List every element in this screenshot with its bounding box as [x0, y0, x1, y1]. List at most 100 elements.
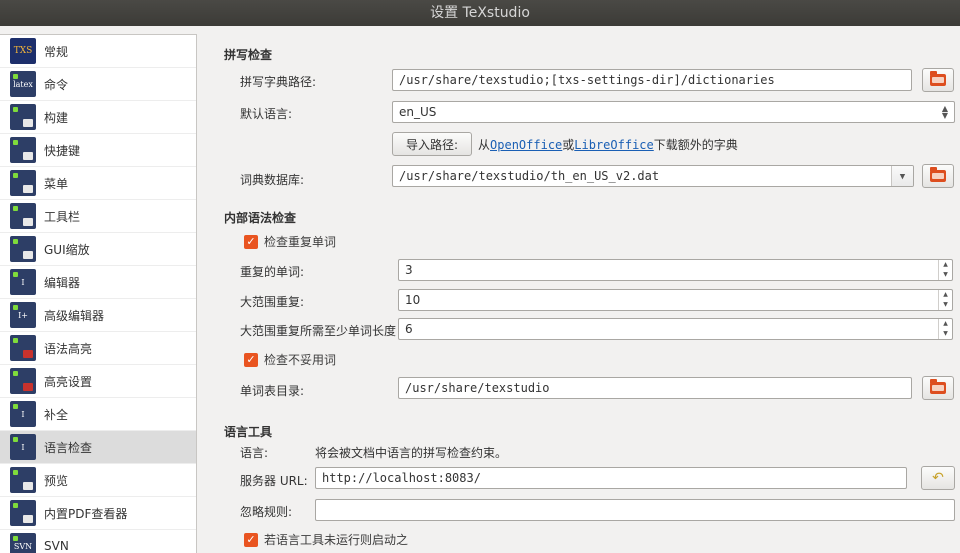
wordlist-dir-browse-button[interactable]	[922, 376, 954, 400]
sidebar-item-advanced-editor[interactable]: I+ 高级编辑器	[0, 299, 196, 332]
sidebar-item-label: 菜单	[44, 176, 69, 191]
undo-icon: ↶	[932, 470, 944, 486]
sidebar-item-pdf-viewer[interactable]: 内置PDF查看器	[0, 497, 196, 530]
default-language-label: 默认语言:	[240, 107, 293, 121]
check-bad-words-label: 检查不妥用词	[264, 353, 337, 367]
sidebar-item-label: 编辑器	[44, 275, 81, 290]
latex-icon: latex	[10, 71, 36, 97]
section-spell-check-title: 拼写检查	[224, 48, 273, 62]
build-icon	[10, 104, 36, 130]
folder-open-icon	[930, 167, 946, 182]
sidebar-item-shortcuts[interactable]: 快捷键	[0, 134, 196, 167]
chevron-down-icon[interactable]: ▼	[891, 166, 913, 186]
settings-sidebar: TXS 常规 latex 命令 构建 快捷键 菜单 工具栏 GUI缩放 I 编辑…	[0, 34, 197, 553]
sidebar-item-label: GUI缩放	[44, 242, 90, 257]
long-range-repeat-value: 10	[405, 293, 421, 307]
check-bad-words-checkbox[interactable]: ✓ 检查不妥用词	[244, 351, 336, 368]
advanced-editor-icon: I+	[10, 302, 36, 328]
long-range-repeat-spinbox[interactable]: 10 ▲ ▼	[398, 289, 953, 311]
ignore-rules-label: 忽略规则:	[240, 505, 293, 519]
min-word-length-value: 6	[405, 322, 413, 336]
sidebar-item-label: 补全	[44, 407, 69, 422]
sidebar-item-svn[interactable]: SVN SVN	[0, 530, 196, 553]
default-language-value: en_US	[399, 105, 437, 119]
sidebar-item-label: 内置PDF查看器	[44, 506, 128, 521]
keyboard-icon	[10, 137, 36, 163]
preview-icon	[10, 467, 36, 493]
toolbar-icon	[10, 203, 36, 229]
sidebar-item-highlight-settings[interactable]: 高亮设置	[0, 365, 196, 398]
sidebar-item-general[interactable]: TXS 常规	[0, 35, 196, 68]
default-language-select[interactable]: en_US ▲ ▼	[392, 101, 955, 123]
sidebar-item-toolbars[interactable]: 工具栏	[0, 200, 196, 233]
sidebar-item-label: SVN	[44, 539, 69, 553]
checkmark-icon: ✓	[244, 352, 258, 367]
sidebar-item-syntax-highlighting[interactable]: 语法高亮	[0, 332, 196, 365]
sidebar-item-label: 常规	[44, 44, 69, 59]
gui-scale-icon	[10, 236, 36, 262]
completion-icon: I	[10, 401, 36, 427]
repeated-words-value: 3	[405, 263, 413, 277]
sidebar-item-label: 构建	[44, 110, 69, 125]
autostart-languagetool-label: 若语言工具未运行则启动之	[264, 533, 409, 547]
import-path-button[interactable]: 导入路径:	[392, 132, 472, 156]
sidebar-item-build[interactable]: 构建	[0, 101, 196, 134]
combo-updown-icon: ▲ ▼	[941, 104, 948, 120]
openoffice-link[interactable]: OpenOffice	[490, 138, 562, 152]
sidebar-item-menus[interactable]: 菜单	[0, 167, 196, 200]
settings-content: 拼写检查 拼写字典路径: /usr/share/texstudio;[txs-s…	[210, 34, 960, 553]
spin-arrows-icon[interactable]: ▲ ▼	[938, 290, 952, 310]
import-dictionary-note: 从OpenOffice或LibreOffice下载额外的字典	[478, 136, 738, 153]
long-range-repeat-label: 大范围重复:	[240, 295, 305, 309]
dictionary-path-label: 拼写字典路径:	[240, 75, 317, 89]
checkmark-icon: ✓	[244, 234, 258, 249]
sidebar-item-label: 高亮设置	[44, 374, 93, 389]
import-note-prefix: 从	[478, 138, 491, 152]
sidebar-item-label: 语法高亮	[44, 341, 93, 356]
window-titlebar: 设置 TeXstudio	[0, 0, 960, 26]
wordlist-dir-input[interactable]: /usr/share/texstudio	[398, 377, 912, 399]
sidebar-item-language-checking[interactable]: I 语言检查	[0, 431, 196, 464]
spin-arrows-icon[interactable]: ▲ ▼	[938, 260, 952, 280]
sidebar-item-gui-scaling[interactable]: GUI缩放	[0, 233, 196, 266]
dictionary-path-browse-button[interactable]	[922, 68, 954, 92]
min-word-length-spinbox[interactable]: 6 ▲ ▼	[398, 318, 953, 340]
folder-open-icon	[930, 379, 946, 394]
server-url-input[interactable]: http://localhost:8083/	[315, 467, 907, 489]
sidebar-item-label: 命令	[44, 77, 69, 92]
thesaurus-browse-button[interactable]	[922, 164, 954, 188]
check-repeated-words-label: 检查重复单词	[264, 235, 337, 249]
autostart-languagetool-checkbox[interactable]: ✓ 若语言工具未运行则启动之	[244, 531, 408, 548]
sidebar-item-label: 预览	[44, 473, 69, 488]
pdf-viewer-icon	[10, 500, 36, 526]
section-grammar-title: 内部语法检查	[224, 211, 297, 225]
sidebar-item-label: 快捷键	[44, 143, 81, 158]
language-check-icon: I	[10, 434, 36, 460]
txs-logo-icon: TXS	[10, 38, 36, 64]
sidebar-item-preview[interactable]: 预览	[0, 464, 196, 497]
ignore-rules-input[interactable]	[315, 499, 955, 521]
wordlist-dir-label: 单词表目录:	[240, 384, 305, 398]
thesaurus-value: /usr/share/texstudio/th_en_US_v2.dat	[399, 169, 660, 183]
sidebar-item-label: 语言检查	[44, 440, 93, 455]
sidebar-item-editor[interactable]: I 编辑器	[0, 266, 196, 299]
menu-icon	[10, 170, 36, 196]
sidebar-item-commands[interactable]: latex 命令	[0, 68, 196, 101]
check-repeated-words-checkbox[interactable]: ✓ 检查重复单词	[244, 233, 336, 250]
sidebar-item-label: 工具栏	[44, 209, 81, 224]
spin-arrows-icon[interactable]: ▲ ▼	[938, 319, 952, 339]
folder-open-icon	[930, 71, 946, 86]
repeated-words-spinbox[interactable]: 3 ▲ ▼	[398, 259, 953, 281]
syntax-highlight-icon	[10, 335, 36, 361]
min-word-length-label: 大范围重复所需至少单词长度	[240, 324, 397, 338]
sidebar-item-completion[interactable]: I 补全	[0, 398, 196, 431]
dictionary-path-input[interactable]: /usr/share/texstudio;[txs-settings-dir]/…	[392, 69, 912, 91]
libreoffice-link[interactable]: LibreOffice	[574, 138, 653, 152]
thesaurus-combo[interactable]: /usr/share/texstudio/th_en_US_v2.dat ▼	[392, 165, 914, 187]
svn-icon: SVN	[10, 533, 36, 553]
thesaurus-label: 词典数据库:	[240, 173, 305, 187]
import-note-suffix: 下载额外的字典	[653, 138, 738, 152]
checkmark-icon: ✓	[244, 532, 258, 547]
reset-server-url-button[interactable]: ↶	[921, 466, 955, 490]
highlight-settings-icon	[10, 368, 36, 394]
